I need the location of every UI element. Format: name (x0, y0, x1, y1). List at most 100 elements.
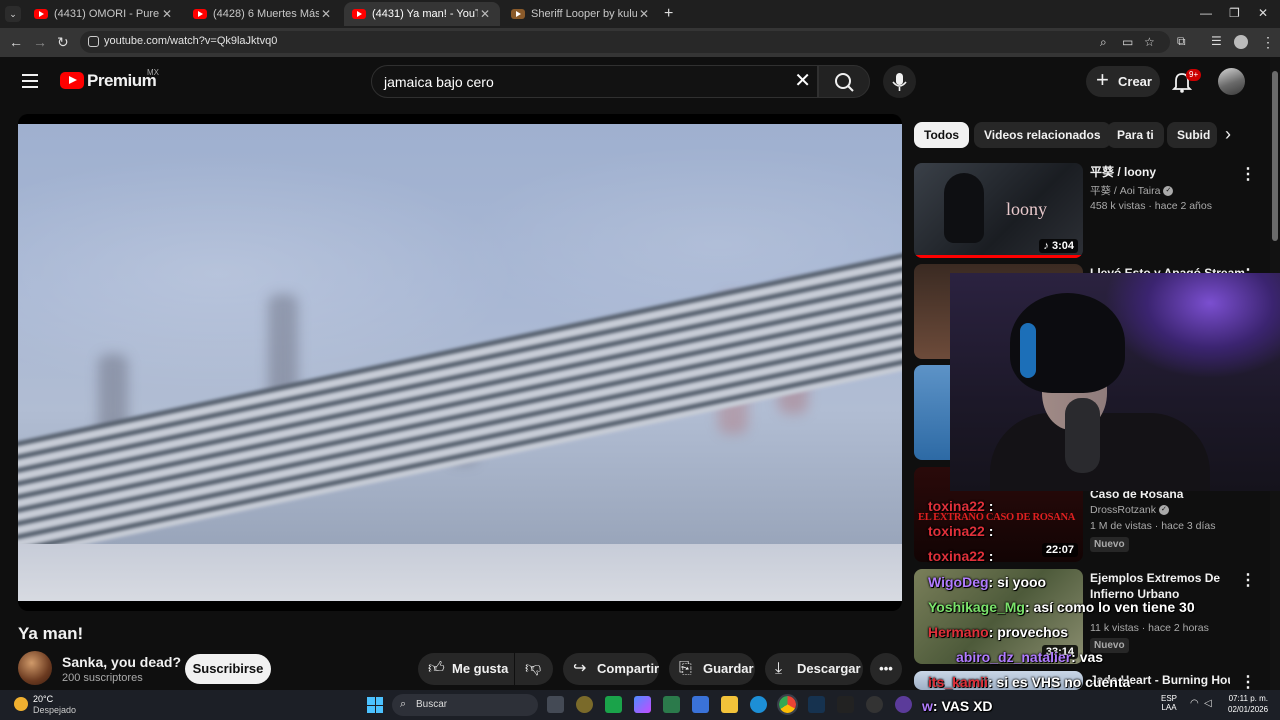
app-icon[interactable] (605, 696, 622, 713)
user-avatar[interactable] (1218, 68, 1245, 95)
profile-icon[interactable] (1234, 35, 1248, 49)
minimize-icon[interactable]: — (1200, 6, 1212, 20)
chip-for-you[interactable]: Para ti (1107, 122, 1164, 148)
browser-tab[interactable]: (4431) OMORI - Pure Imaginati ✕ (26, 2, 182, 26)
chip-todos[interactable]: Todos (914, 122, 970, 148)
sidebar-channel-name[interactable]: DrossRotzank ✓ (1090, 504, 1169, 516)
extensions-icon[interactable]: ⧉ (1177, 34, 1186, 49)
app-icon[interactable] (866, 696, 883, 713)
youtube-favicon-icon (193, 9, 207, 19)
chat-message: abiro_dz_natalier: vas (956, 649, 1104, 665)
close-tab-icon[interactable]: ✕ (637, 7, 651, 21)
close-tab-icon[interactable]: ✕ (160, 7, 174, 21)
menu-icon[interactable] (22, 74, 38, 88)
dislike-button[interactable]: 👎︎ (515, 653, 553, 685)
windows-taskbar: 20°C Despejado ⌕ Buscar ESP LAA ◠ ◁ 07:11… (0, 690, 1280, 720)
more-vertical-icon[interactable]: ⋮ (1240, 570, 1256, 590)
more-vertical-icon[interactable]: ⋮ (1240, 672, 1256, 692)
verified-icon: ✓ (1158, 505, 1169, 516)
close-window-icon[interactable]: ✕ (1258, 6, 1268, 20)
weather-moon-icon[interactable] (14, 697, 28, 711)
close-tab-icon[interactable]: ✕ (478, 7, 492, 21)
sidebar-video-title[interactable]: 平葵 / loony (1090, 164, 1240, 180)
save-button[interactable]: ⎘ Guardar (669, 653, 755, 685)
chevron-right-icon[interactable]: › (1225, 124, 1231, 145)
address-bar: ← → ↻ youtube.com/watch?v=Qk9laJktvq0 ⌕ … (0, 28, 1280, 57)
steam-icon[interactable] (808, 696, 825, 713)
zoom-icon[interactable]: ⌕ (1100, 35, 1107, 50)
close-tab-icon[interactable]: ✕ (319, 7, 333, 21)
region-code: MX (147, 68, 159, 77)
reload-icon[interactable]: ↻ (57, 34, 69, 51)
volume-icon[interactable]: ◁ (1204, 698, 1212, 709)
task-view-icon[interactable] (547, 696, 564, 713)
share-button[interactable]: ↪ Compartir (563, 653, 659, 685)
voice-search-button[interactable] (883, 65, 916, 98)
share-icon: ↪ (573, 660, 587, 677)
channel-name[interactable]: Sanka, you dead? (62, 654, 181, 670)
app-icon[interactable] (576, 696, 593, 713)
copilot-icon[interactable] (634, 696, 651, 713)
like-button[interactable]: 👍︎ Me gusta (418, 653, 514, 685)
chat-message: its_kamii: si es VHS no cuenta (928, 674, 1131, 690)
taskbar-search-input[interactable]: ⌕ Buscar (392, 694, 538, 716)
clear-search-icon[interactable]: ✕ (794, 70, 811, 92)
video-frame (18, 124, 902, 601)
app-icon[interactable] (663, 696, 680, 713)
create-button[interactable]: + Crear (1086, 66, 1160, 97)
browser-menu-icon[interactable]: ⋮ (1261, 34, 1275, 51)
file-explorer-icon[interactable] (721, 696, 738, 713)
browser-tab-active[interactable]: (4431) Ya man! - YouTube ✕ (344, 2, 500, 26)
reading-list-icon[interactable]: ☰ (1211, 34, 1222, 48)
chrome-icon[interactable] (777, 694, 798, 715)
browser-tab-bar: ⌄ (4431) OMORI - Pure Imaginati ✕ (4428)… (0, 0, 1280, 28)
app-icon[interactable] (895, 696, 912, 713)
back-icon[interactable]: ← (9, 34, 23, 50)
verified-icon: ✓ (1163, 186, 1174, 197)
bookmark-star-icon[interactable]: ☆ (1144, 35, 1155, 49)
start-windows-icon[interactable] (367, 697, 383, 713)
youtube-favicon-icon (352, 9, 366, 19)
video-player[interactable] (18, 114, 902, 611)
browser-tab[interactable]: (4428) 6 Muertes Más PERTURB ✕ (185, 2, 341, 26)
more-vertical-icon[interactable]: ⋮ (1240, 164, 1256, 184)
search-input[interactable]: jamaica bajo cero ✕ (371, 65, 818, 98)
keyboard-language[interactable]: ESP LAA (1161, 694, 1177, 712)
chip-uploaded[interactable]: Subid (1167, 122, 1217, 148)
chat-message: toxina22 : (928, 498, 994, 514)
video-title: Ya man! (18, 624, 84, 643)
new-tab-icon[interactable]: + (664, 5, 673, 23)
sidebar-channel-name[interactable]: 平葵 / Aoi Taira ✓ (1090, 183, 1174, 198)
tab-search-dropdown[interactable]: ⌄ (5, 6, 21, 22)
scrollbar-thumb[interactable] (1272, 71, 1278, 241)
youtube-logo-icon[interactable] (60, 72, 84, 89)
watch-progress-bar (914, 255, 1083, 258)
channel-avatar[interactable] (18, 651, 52, 685)
forward-icon[interactable]: → (33, 34, 47, 50)
wifi-icon[interactable]: ◠ (1190, 698, 1199, 709)
chat-message: WigoDeg: si yooo (928, 574, 1047, 590)
sidebar-video-title[interactable]: Ejemplos Extremos De Infierno Urbano (1090, 570, 1240, 602)
cast-icon[interactable]: ▭ (1122, 35, 1133, 49)
browser-tab[interactable]: Sheriff Looper by kulu ✕ (503, 2, 659, 26)
sidebar-video-meta: 458 k vistas · hace 2 años (1090, 200, 1212, 212)
site-info-icon[interactable] (88, 36, 99, 47)
thumbs-down-icon: 👎︎ (525, 660, 542, 677)
search-button[interactable] (818, 65, 870, 98)
app-icon[interactable] (837, 696, 854, 713)
bookmark-icon: ⎘ (679, 660, 692, 677)
subscriber-count: 200 suscriptores (62, 672, 143, 684)
store-icon[interactable] (692, 696, 709, 713)
chat-message: toxina22 : (928, 548, 994, 564)
download-button[interactable]: ⤓ Descargar (765, 653, 863, 685)
streamer-webcam-overlay (950, 273, 1280, 491)
subscribe-button[interactable]: Suscribirse (185, 654, 271, 684)
edge-icon[interactable] (750, 696, 767, 713)
chip-related[interactable]: Videos relacionados (974, 122, 1111, 148)
restore-icon[interactable]: ❐ (1229, 6, 1240, 20)
chat-message: Hermano: provechos (928, 624, 1069, 640)
more-actions-button[interactable]: ••• (870, 653, 902, 685)
search-icon (835, 73, 854, 92)
video-thumbnail[interactable]: loony ♪ 3:04 (914, 163, 1083, 258)
url-field[interactable]: youtube.com/watch?v=Qk9laJktvq0 ⌕ ▭ ☆ (80, 31, 1170, 53)
